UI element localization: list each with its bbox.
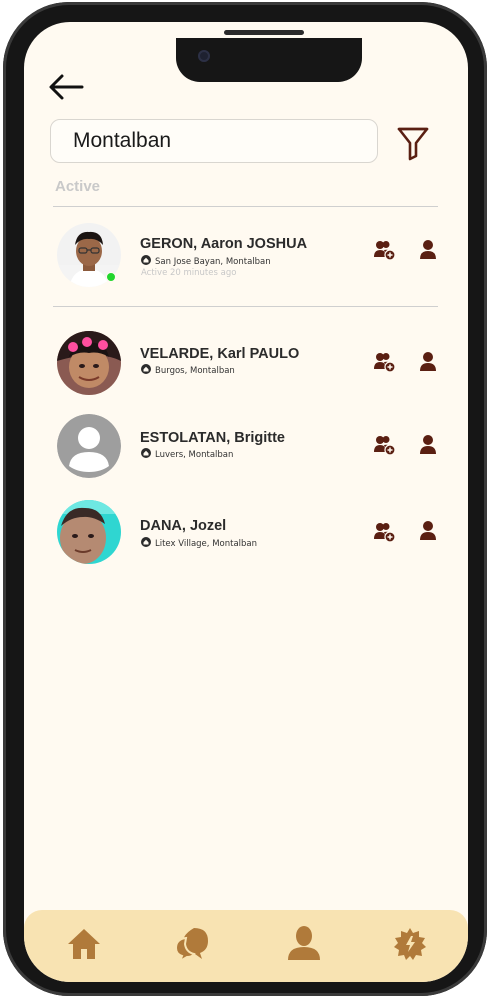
search-input[interactable] [73,120,363,162]
friend-location-text: Litex Village, Montalban [155,539,258,549]
home-pin-icon [141,364,151,374]
add-friend-button[interactable] [374,239,396,261]
nav-chat[interactable] [172,924,212,964]
add-friend-icon [374,241,396,261]
friend-active-status: Active 20 minutes ago [141,268,237,278]
online-status-indicator [106,272,116,282]
person-icon [420,435,436,454]
home-pin-icon [141,537,151,547]
view-profile-button[interactable] [417,351,439,373]
friend-name: GERON, Aaron JOSHUA [140,236,308,252]
avatar [57,331,121,395]
nav-settings[interactable] [390,924,430,964]
add-friend-icon [374,353,396,373]
friend-name: DANA, Jozel [140,518,227,534]
nav-home[interactable] [64,924,104,964]
view-profile-button[interactable] [417,434,439,456]
back-button[interactable] [46,72,86,102]
avatar-placeholder [57,414,121,478]
home-icon [68,929,100,959]
friend-location: San Jose Bayan, Montalban [141,255,271,267]
home-pin-icon [141,255,151,265]
settings-icon [394,928,426,960]
friend-name: ESTOLATAN, Brigitte [140,430,285,446]
view-profile-button[interactable] [417,239,439,261]
nav-profile[interactable] [284,924,324,964]
add-friend-button[interactable] [374,434,396,456]
friend-location-text: Burgos, Montalban [155,366,235,376]
avatar [57,500,121,564]
friend-location-text: San Jose Bayan, Montalban [155,257,271,267]
add-friend-button[interactable] [374,521,396,543]
friend-location: Luvers, Montalban [141,448,233,460]
front-camera [198,50,210,62]
phone-speaker [224,30,304,35]
section-label-active: Active [55,178,101,195]
friend-row[interactable]: VELARDE, Karl PAULO Burgos, Montalban [24,331,468,407]
profile-icon [288,926,320,960]
friend-row[interactable]: GERON, Aaron JOSHUA San Jose Bayan, Mont… [24,223,468,299]
person-icon [420,352,436,371]
bottom-nav [24,910,468,982]
search-box [50,119,378,163]
home-pin-icon [141,448,151,458]
divider [53,206,438,207]
person-icon [420,521,436,540]
chat-icon [174,928,208,964]
friend-location-text: Luvers, Montalban [155,450,234,460]
app-screen: Active GERON, Aaron JOSHUA San Jose Baya… [24,22,468,982]
filter-icon [397,127,429,161]
divider [53,306,438,307]
friend-name: VELARDE, Karl PAULO [140,346,300,362]
add-friend-button[interactable] [374,351,396,373]
add-friend-icon [374,436,396,456]
filter-button[interactable] [396,124,430,162]
person-icon [420,240,436,259]
friend-row[interactable]: ESTOLATAN, Brigitte Luvers, Montalban [24,414,468,490]
arrow-left-icon [49,74,84,100]
friend-location: Burgos, Montalban [141,364,235,376]
friend-row[interactable]: DANA, Jozel Litex Village, Montalban [24,500,468,576]
add-friend-icon [374,523,396,543]
view-profile-button[interactable] [417,520,439,542]
friend-location: Litex Village, Montalban [141,537,257,549]
